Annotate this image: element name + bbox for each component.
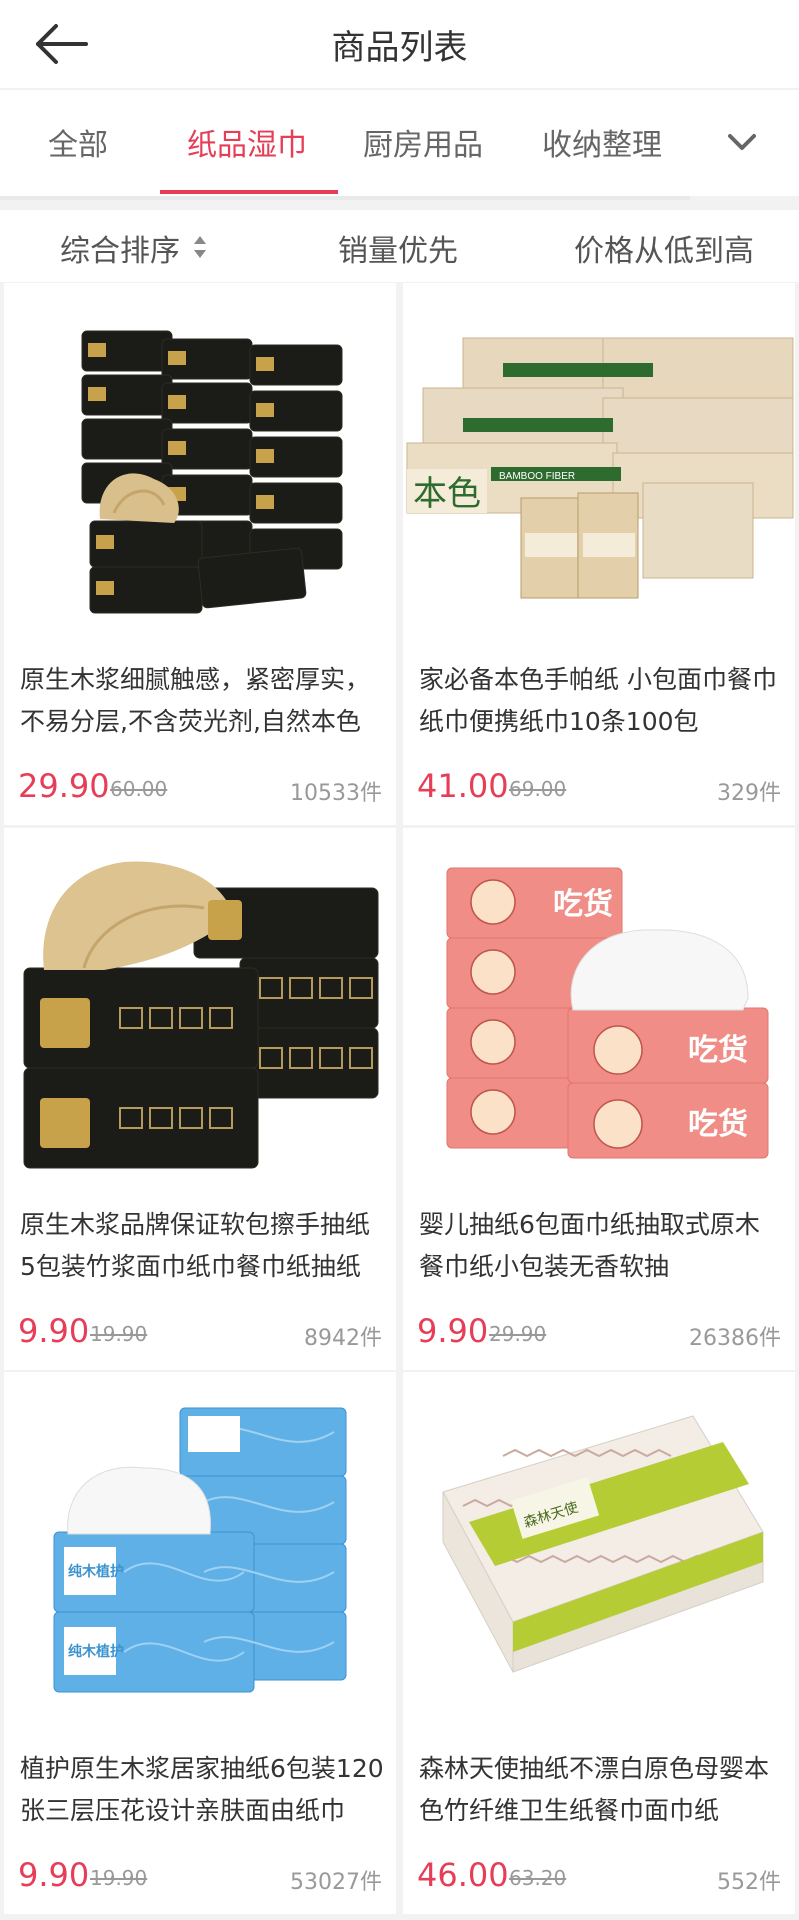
original-price: 29.90 (489, 1322, 547, 1346)
product-image: 森林天使 (403, 1372, 795, 1737)
page-title: 商品列表 (331, 28, 468, 68)
product-card[interactable]: 本色 BAMBOO FIBER 家必备本色手帕纸 小包面巾餐巾纸巾便携纸巾10条… (403, 283, 795, 825)
image-brand-text: 纯木植护 (68, 1563, 124, 1579)
product-price: 41.00 (417, 767, 509, 805)
sort-toggle-icon[interactable] (191, 234, 209, 260)
sales-count: 8942件 (304, 1326, 382, 1351)
product-title: 植护原生木浆居家抽纸6包装120张三层压花设计亲肤面由纸巾 (20, 1754, 384, 1825)
sales-count: 10533件 (290, 781, 382, 806)
product-price: 9.90 (18, 1856, 90, 1894)
product-price: 46.00 (417, 1856, 509, 1894)
sales-count: 329件 (717, 781, 781, 806)
product-image: 吃货 吃货 吃货 (403, 828, 795, 1193)
sales-count: 53027件 (290, 1870, 382, 1895)
product-title: 婴儿抽纸6包面巾纸抽取式原木餐巾纸小包装无香软抽 (419, 1210, 760, 1281)
product-card[interactable]: 森林天使 森林天使抽纸不漂白原色母婴本色竹纤维卫生纸餐巾面巾纸 46.00 63… (403, 1372, 795, 1914)
tab-kitchen[interactable]: 厨房用品 (363, 120, 483, 164)
product-image (4, 283, 396, 648)
product-card[interactable]: 原生木浆品牌保证软包擦手抽纸5包装竹浆面巾纸巾餐巾纸抽纸 9.90 19.90 … (4, 828, 396, 1370)
product-image: 纯木植护 纯木植护 (4, 1372, 396, 1737)
tabs-divider (0, 196, 690, 200)
sort-comprehensive[interactable]: 综合排序 (60, 226, 180, 270)
image-brand-text: 纯木植护 (68, 1643, 124, 1659)
image-brand-text: 本色 (413, 475, 481, 513)
image-brand-text: 吃货 (688, 1107, 748, 1141)
sort-sales[interactable]: 销量优先 (338, 226, 458, 270)
image-brand-text: 吃货 (688, 1033, 748, 1067)
chevron-down-icon[interactable] (712, 128, 772, 162)
original-price: 19.90 (90, 1322, 148, 1346)
active-tab-indicator (160, 190, 338, 194)
tab-storage[interactable]: 收纳整理 (542, 120, 662, 164)
sales-count: 26386件 (689, 1326, 781, 1351)
sort-price[interactable]: 价格从低到高 (574, 226, 754, 270)
sort-bar: 综合排序 销量优先 价格从低到高 (0, 210, 799, 282)
product-card[interactable]: 纯木植护 纯木植护 植护原生木浆居家抽纸6包装120张三层压花设计亲肤面由纸巾 … (4, 1372, 396, 1914)
tab-all[interactable]: 全部 (48, 120, 108, 164)
product-title: 原生木浆细腻触感，紧密厚实，不易分层,不含荧光剂,自然本色 (20, 665, 371, 736)
original-price: 69.00 (509, 777, 567, 801)
product-price: 9.90 (417, 1312, 489, 1350)
product-price: 9.90 (18, 1312, 90, 1350)
original-price: 60.00 (110, 777, 168, 801)
product-card[interactable]: 原生木浆细腻触感，紧密厚实，不易分层,不含荧光剂,自然本色 29.90 60.0… (4, 283, 396, 825)
original-price: 19.90 (90, 1866, 148, 1890)
image-sub-text: BAMBOO FIBER (499, 471, 575, 482)
category-tabs: 全部 纸品湿巾 厨房用品 收纳整理 (0, 90, 799, 196)
product-title: 森林天使抽纸不漂白原色母婴本色竹纤维卫生纸餐巾面巾纸 (419, 1754, 770, 1825)
product-image (4, 828, 396, 1193)
product-image: 本色 BAMBOO FIBER (403, 283, 795, 648)
product-price: 29.90 (18, 767, 110, 805)
product-card[interactable]: 吃货 吃货 吃货 婴儿抽纸6包面巾纸抽取式原木餐巾纸小包装无香软抽 9.90 2… (403, 828, 795, 1370)
image-brand-text: 吃货 (553, 887, 613, 921)
product-title: 家必备本色手帕纸 小包面巾餐巾纸巾便携纸巾10条100包 (419, 665, 777, 736)
sales-count: 552件 (717, 1870, 781, 1895)
product-title: 原生木浆品牌保证软包擦手抽纸5包装竹浆面巾纸巾餐巾纸抽纸 (20, 1210, 371, 1281)
top-bar: 商品列表 (0, 0, 799, 88)
original-price: 63.20 (509, 1866, 567, 1890)
tab-paper-wipes[interactable]: 纸品湿巾 (187, 120, 307, 164)
